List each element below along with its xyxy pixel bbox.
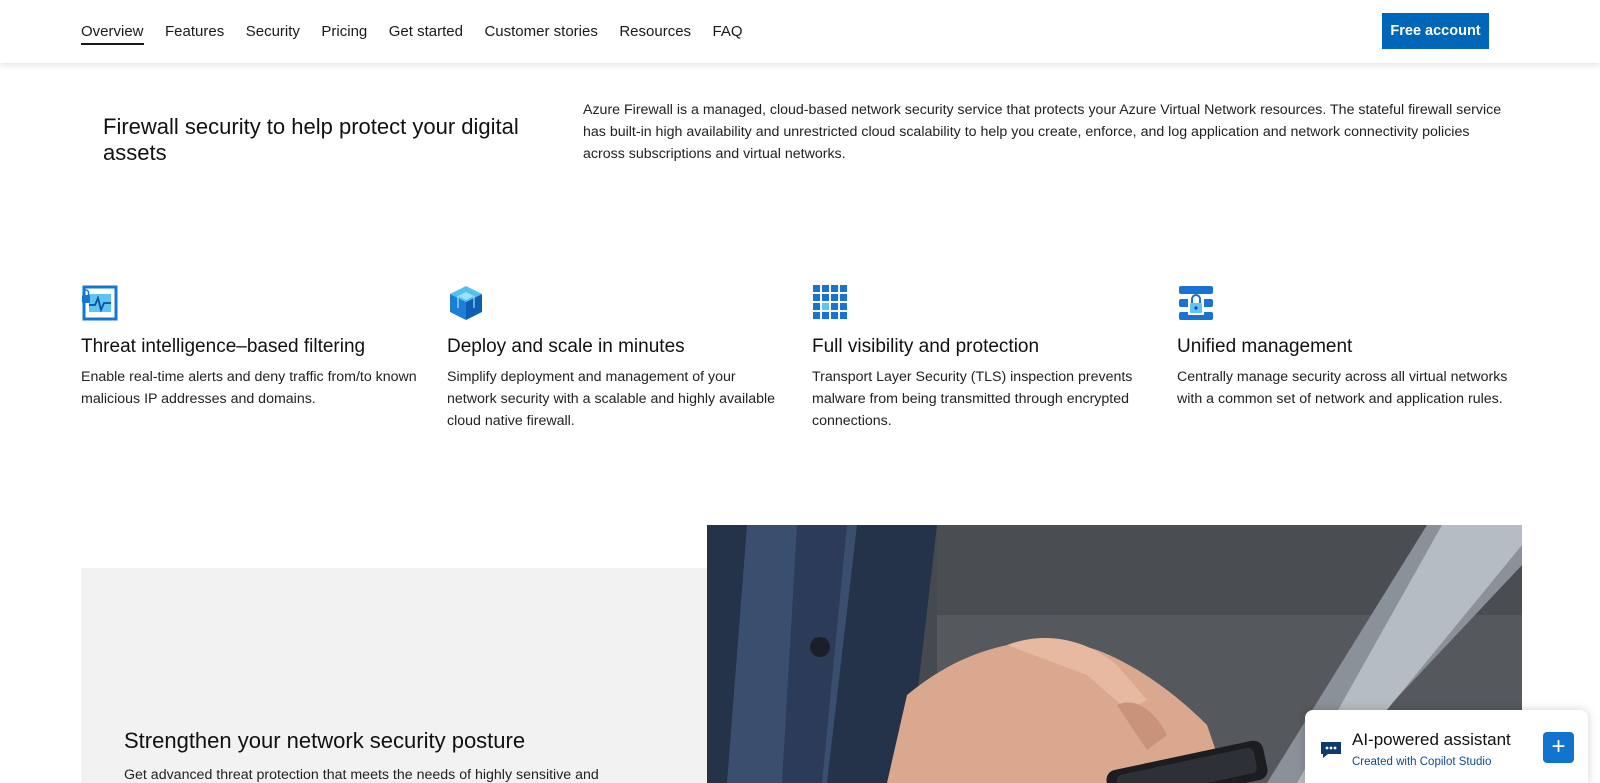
nav-overview[interactable]: Overview — [81, 19, 144, 45]
threat-intelligence-icon — [82, 285, 118, 321]
lock-server-icon — [1179, 286, 1213, 320]
feature-text: Simplify deployment and management of yo… — [447, 369, 776, 429]
feature-text: Enable real-time alerts and deny traffic… — [81, 369, 417, 407]
posture-title: Strengthen your network security posture — [124, 728, 526, 753]
ai-assistant-widget[interactable]: AI-powered assistant Created with Copilo… — [1305, 710, 1588, 783]
nav-pricing[interactable]: Pricing — [321, 19, 367, 44]
feature-title: Full visibility and protection — [812, 336, 1040, 357]
chat-icon — [1321, 742, 1341, 758]
feature-unified-management: Unified management Centrally manage secu… — [1177, 284, 1517, 410]
feature-title: Threat intelligence–based filtering — [81, 336, 366, 357]
feature-text: Transport Layer Security (TLS) inspectio… — [812, 369, 1133, 429]
assistant-title: AI-powered assistant — [1352, 730, 1511, 749]
feature-deploy-scale: Deploy and scale in minutes Simplify dep… — [447, 284, 787, 432]
feature-visibility: Full visibility and protection Transport… — [812, 284, 1152, 432]
nav-customer-stories[interactable]: Customer stories — [484, 19, 597, 44]
cube-icon — [450, 286, 482, 320]
feature-title: Unified management — [1177, 336, 1353, 357]
nav-security[interactable]: Security — [246, 19, 300, 44]
nav-features[interactable]: Features — [165, 19, 224, 44]
intro-description: Azure Firewall is a managed, cloud-based… — [583, 102, 1502, 162]
nav-get-started[interactable]: Get started — [389, 19, 463, 44]
nav-resources[interactable]: Resources — [619, 19, 691, 44]
nav-faq[interactable]: FAQ — [713, 19, 743, 44]
assistant-subtitle: Created with Copilot Studio — [1352, 756, 1492, 768]
feature-title: Deploy and scale in minutes — [447, 336, 685, 357]
grid-icon — [813, 285, 847, 319]
feature-threat-intelligence: Threat intelligence–based filtering Enab… — [81, 284, 421, 410]
expand-assistant-button[interactable]: + — [1543, 732, 1574, 763]
posture-description: Get advanced threat protection that meet… — [124, 767, 599, 783]
top-navigation: Overview Features Security Pricing Get s… — [0, 0, 1600, 63]
intro-title: Firewall security to help protect your d… — [103, 114, 519, 165]
nav-items: Overview Features Security Pricing Get s… — [81, 0, 743, 63]
feature-text: Centrally manage security across all vir… — [1177, 369, 1508, 407]
free-account-button[interactable]: Free account — [1382, 13, 1489, 49]
